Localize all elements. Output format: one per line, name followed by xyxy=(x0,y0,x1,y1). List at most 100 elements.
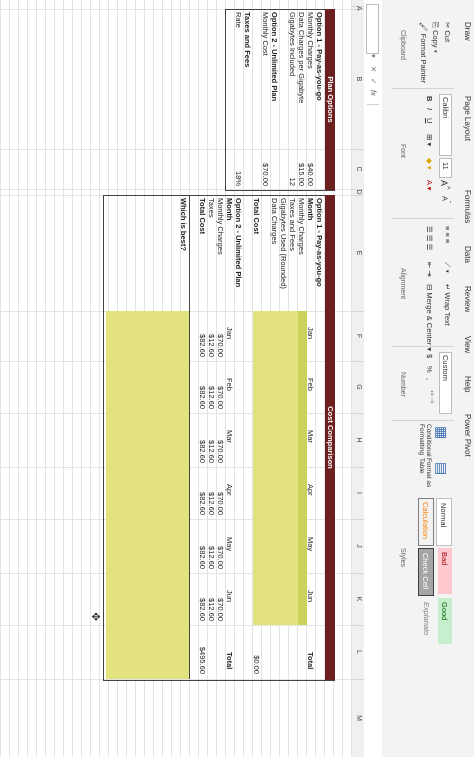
font-color-icon[interactable]: A ▾ xyxy=(425,180,434,190)
cc-opt2-row1-jun[interactable]: $12.60 xyxy=(207,573,216,621)
number-group-label: Number xyxy=(399,372,406,397)
column-header-j[interactable]: J xyxy=(352,519,364,574)
plan-options-header: Plan Options xyxy=(325,9,335,190)
column-header-l[interactable]: L xyxy=(352,625,364,680)
which-best-answer-cell[interactable] xyxy=(106,311,189,679)
align-top-icon[interactable]: ≡ ≡ ≡ xyxy=(443,226,452,243)
cc-opt2-row2-jan[interactable]: $82.60 xyxy=(198,311,207,357)
cancel-icon[interactable]: ✕ xyxy=(369,66,378,72)
grow-font-button[interactable]: A^ xyxy=(439,180,452,190)
column-header-c[interactable]: C xyxy=(352,149,364,190)
cc-opt2-row0-mar[interactable]: $70.00 xyxy=(216,413,225,463)
cc-opt2-row0-jun[interactable]: $70.00 xyxy=(216,573,225,621)
tab-help[interactable]: Help xyxy=(463,376,472,392)
tab-formulas[interactable]: Formulas xyxy=(463,190,472,223)
decimal-increase-icon[interactable]: ⁺⁰ ⁻⁰ xyxy=(427,390,434,403)
align-left-icon[interactable]: ☰ ☰ ☰ xyxy=(425,226,434,250)
cc-opt2-row2-jun[interactable]: $82.60 xyxy=(198,573,207,621)
italic-button[interactable]: I xyxy=(425,108,434,110)
cc-opt1-input-fill[interactable] xyxy=(262,311,298,625)
wrap-text-button[interactable]: ↵ Wrap Text xyxy=(443,284,452,326)
cc-opt2-row0-label: Monthly Charges xyxy=(216,198,225,255)
column-header-b[interactable]: B xyxy=(352,9,364,150)
style-normal[interactable]: Normal xyxy=(436,498,452,546)
cc-opt1-total-label: Total Cost xyxy=(252,198,261,235)
cc-opt2-month-jan: Jan xyxy=(225,327,234,340)
cc-opt1-total-header: Total xyxy=(306,652,315,670)
format-painter-button[interactable]: 🖌 Format Painter xyxy=(419,22,428,83)
cc-opt2-row2-feb[interactable]: $82.60 xyxy=(198,361,207,409)
style-calculation[interactable]: Calculation xyxy=(418,498,434,546)
column-header-f[interactable]: F xyxy=(352,311,364,362)
tab-power-pivot[interactable]: Power Pivot xyxy=(463,414,472,457)
ribbon: ✂ Cut ⎘ Copy ▾ 🖌 Format Painter Clipboar… xyxy=(381,0,458,757)
tab-review[interactable]: Review xyxy=(463,286,472,312)
cc-opt2-row1-may[interactable]: $12.60 xyxy=(207,519,216,569)
cc-opt2-row2-may[interactable]: $82.60 xyxy=(198,519,207,569)
cc-opt2-row2-total[interactable]: $495.60 xyxy=(198,628,207,674)
bold-button[interactable]: B xyxy=(425,96,434,101)
opt2-label-0: Monthly Cost xyxy=(261,12,270,56)
tab-page-layout[interactable]: Page Layout xyxy=(463,96,472,141)
cc-opt2-row1-mar[interactable]: $12.60 xyxy=(207,413,216,463)
merge-center-button[interactable]: ⊟ Merge & Center ▾ xyxy=(425,284,434,351)
indent-icon[interactable]: ⇤ ⇥ xyxy=(425,262,434,277)
column-header-m[interactable]: M xyxy=(352,679,364,757)
which-best-label: Which is best? xyxy=(179,198,188,251)
fill-color-icon[interactable]: ◆ ▾ xyxy=(425,158,434,170)
cost-comparison-header: Cost Comparison xyxy=(325,195,335,680)
percent-button[interactable]: % xyxy=(425,366,434,373)
copy-button[interactable]: ⎘ Copy ▾ xyxy=(430,22,440,53)
format-as-table-button[interactable]: Format as Table xyxy=(418,458,432,492)
column-header-g[interactable]: G xyxy=(352,361,364,414)
cc-opt2-row2-apr[interactable]: $82.60 xyxy=(198,467,207,515)
format-table-icon[interactable]: ▤ xyxy=(433,462,450,475)
style-good[interactable]: Good xyxy=(438,598,452,644)
orientation-icon[interactable]: ⟋ ▾ xyxy=(442,262,452,273)
cc-opt1-total-value[interactable]: $0.00 xyxy=(252,628,261,674)
cut-button[interactable]: ✂ Cut xyxy=(443,22,452,42)
column-header-k[interactable]: K xyxy=(352,573,364,626)
cc-opt1-row-2: Gigabytes Used (Rounded) xyxy=(279,198,288,289)
opt1-value-0[interactable]: $40.00 xyxy=(306,150,315,186)
cc-opt1-monthly-fill[interactable] xyxy=(298,311,307,625)
cc-opt2-row0-jan[interactable]: $70.00 xyxy=(216,311,225,357)
fx-button[interactable]: fx xyxy=(369,90,378,96)
comma-button[interactable]: , xyxy=(425,378,434,380)
name-box[interactable] xyxy=(366,4,379,54)
cc-opt2-row1-jan[interactable]: $12.60 xyxy=(207,311,216,357)
font-size-select[interactable]: 11 xyxy=(439,158,452,178)
formula-bar: ▾ ✕ ✓ fx xyxy=(363,0,382,757)
conditional-formatting-icon[interactable]: ▦ xyxy=(433,426,450,439)
tab-data[interactable]: Data xyxy=(463,246,472,263)
currency-button[interactable]: $ xyxy=(425,354,434,358)
column-header-e[interactable]: E xyxy=(352,195,364,312)
formula-input[interactable] xyxy=(367,104,379,755)
column-header-i[interactable]: I xyxy=(352,467,364,520)
style-explanatory[interactable]: Explanato xyxy=(420,598,434,644)
tab-view[interactable]: View xyxy=(463,336,472,353)
opt2-value-0[interactable]: $70.00 xyxy=(261,150,270,186)
number-format-select[interactable]: Custom xyxy=(439,352,452,414)
cc-opt2-row1-feb[interactable]: $12.60 xyxy=(207,361,216,409)
cc-opt2-row0-feb[interactable]: $70.00 xyxy=(216,361,225,409)
cc-opt1-total-fill[interactable] xyxy=(253,311,262,625)
confirm-icon[interactable]: ✓ xyxy=(369,78,378,84)
tab-draw[interactable]: Draw xyxy=(463,22,472,41)
opt1-value-1[interactable]: $15.00 xyxy=(297,150,306,186)
borders-icon[interactable]: ⊞ ▾ xyxy=(425,134,434,146)
name-box-dropdown-icon[interactable]: ▾ xyxy=(369,54,378,58)
font-name-select[interactable]: Calibri xyxy=(439,94,452,156)
cc-opt2-row1-apr[interactable]: $12.60 xyxy=(207,467,216,515)
underline-button[interactable]: U xyxy=(425,118,434,123)
taxes-value-0[interactable]: 18% xyxy=(234,150,243,186)
style-explanatory-label: Explanato xyxy=(422,602,431,636)
column-header-h[interactable]: H xyxy=(352,413,364,468)
style-check-cell[interactable]: Check Cell xyxy=(418,548,434,596)
cc-opt2-row2-mar[interactable]: $82.60 xyxy=(198,413,207,463)
cc-opt2-row0-may[interactable]: $70.00 xyxy=(216,519,225,569)
cc-opt2-row0-apr[interactable]: $70.00 xyxy=(216,467,225,515)
shrink-font-button[interactable]: Aˇ xyxy=(441,196,452,203)
style-bad[interactable]: Bad xyxy=(438,548,452,594)
opt1-value-2[interactable]: 12 xyxy=(288,150,297,186)
